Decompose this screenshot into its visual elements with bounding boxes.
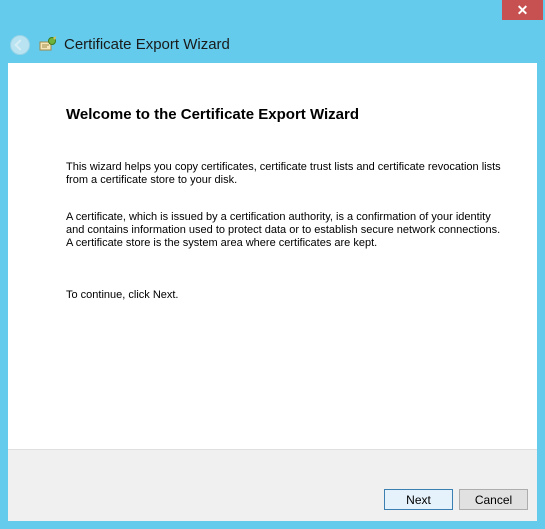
certificate-description: A certificate, which is issued by a cert…	[66, 211, 501, 249]
back-arrow-icon[interactable]	[10, 35, 30, 55]
wizard-window: ✕ Certificate Export Wizard Welcome to t…	[0, 0, 545, 529]
next-button[interactable]: Next	[384, 489, 453, 510]
intro-paragraph: This wizard helps you copy certificates,…	[66, 161, 501, 186]
continue-instruction: To continue, click Next.	[66, 289, 179, 301]
page-heading: Welcome to the Certificate Export Wizard	[66, 106, 359, 123]
window-title: Certificate Export Wizard	[64, 36, 230, 53]
cancel-button[interactable]: Cancel	[459, 489, 528, 510]
certificate-wizard-icon	[39, 36, 56, 51]
button-bar: Next Cancel	[8, 449, 537, 521]
close-icon[interactable]: ✕	[502, 0, 543, 20]
wizard-content: Welcome to the Certificate Export Wizard…	[8, 63, 537, 449]
